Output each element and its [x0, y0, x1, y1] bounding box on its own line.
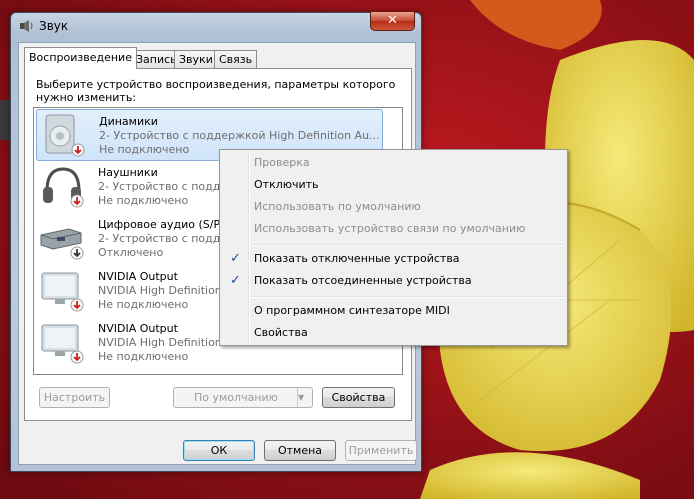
ok-button[interactable]: ОК [183, 440, 255, 461]
menu-item-label: Проверка [254, 156, 310, 169]
configure-button[interactable]: Настроить [39, 387, 110, 408]
device-name: NVIDIA Output [98, 270, 178, 283]
menu-separator [252, 244, 564, 246]
menu-item-label: Использовать по умолчанию [254, 200, 421, 213]
chevron-down-icon[interactable]: ▼ [297, 388, 312, 407]
device-status: Не подключено [98, 194, 189, 207]
set-default-split-button[interactable]: По умолчанию ▼ [173, 387, 313, 408]
device-status: Не подключено [98, 298, 189, 311]
close-button[interactable]: ✕ [370, 12, 415, 31]
menu-separator [252, 296, 564, 298]
menu-item-test[interactable]: Проверка [222, 152, 565, 174]
apply-button[interactable]: Применить [345, 440, 417, 461]
menu-item-properties[interactable]: Свойства [222, 322, 565, 344]
digital-audio-icon [40, 228, 84, 260]
monitor-icon [41, 272, 84, 312]
device-status: Не подключено [99, 143, 190, 156]
set-default-label: По умолчанию [194, 391, 278, 404]
device-name: Динамики [99, 115, 158, 128]
device-status: Отключено [98, 246, 164, 259]
menu-item-label: Показать отключенные устройства [254, 252, 460, 265]
properties-button[interactable]: Свойства [322, 387, 395, 408]
headphones-icon [43, 167, 84, 208]
menu-item-about-midi[interactable]: О программном синтезаторе MIDI [222, 300, 565, 322]
device-name: NVIDIA Output [98, 322, 178, 335]
sound-app-icon [20, 20, 33, 32]
instruction-text: Выберите устройство воспроизведения, пар… [36, 78, 396, 104]
monitor-icon [41, 324, 84, 364]
menu-item-set-default-comm[interactable]: Использовать устройство связи по умолчан… [222, 218, 565, 240]
menu-item-disable[interactable]: Отключить [222, 174, 565, 196]
context-menu: Проверка Отключить Использовать по умолч… [219, 149, 568, 346]
device-name: Наушники [98, 166, 158, 179]
menu-item-label: Отключить [254, 178, 319, 191]
tab-communications[interactable]: Связь [214, 50, 258, 68]
menu-item-label: О программном синтезаторе MIDI [254, 304, 450, 317]
device-description: 2- Устройство с поддержкой High Definiti… [99, 129, 380, 142]
cancel-button[interactable]: Отмена [264, 440, 336, 461]
menu-item-set-default[interactable]: Использовать по умолчанию [222, 196, 565, 218]
menu-item-label: Свойства [254, 326, 308, 339]
speaker-icon [45, 114, 85, 157]
device-status: Не подключено [98, 350, 189, 363]
window-title: Звук [39, 19, 69, 33]
menu-item-show-disconnected[interactable]: ✓ Показать отсоединенные устройства [222, 270, 565, 292]
checkmark-icon: ✓ [230, 273, 241, 288]
menu-item-label: Использовать устройство связи по умолчан… [254, 222, 526, 235]
tab-sounds[interactable]: Звуки [174, 50, 218, 68]
menu-item-show-disabled[interactable]: ✓ Показать отключенные устройства [222, 248, 565, 270]
title-bar[interactable]: Звук ✕ [11, 12, 421, 39]
menu-item-label: Показать отсоединенные устройства [254, 274, 472, 287]
checkmark-icon: ✓ [230, 251, 241, 266]
tab-playback[interactable]: Воспроизведение [24, 47, 137, 69]
